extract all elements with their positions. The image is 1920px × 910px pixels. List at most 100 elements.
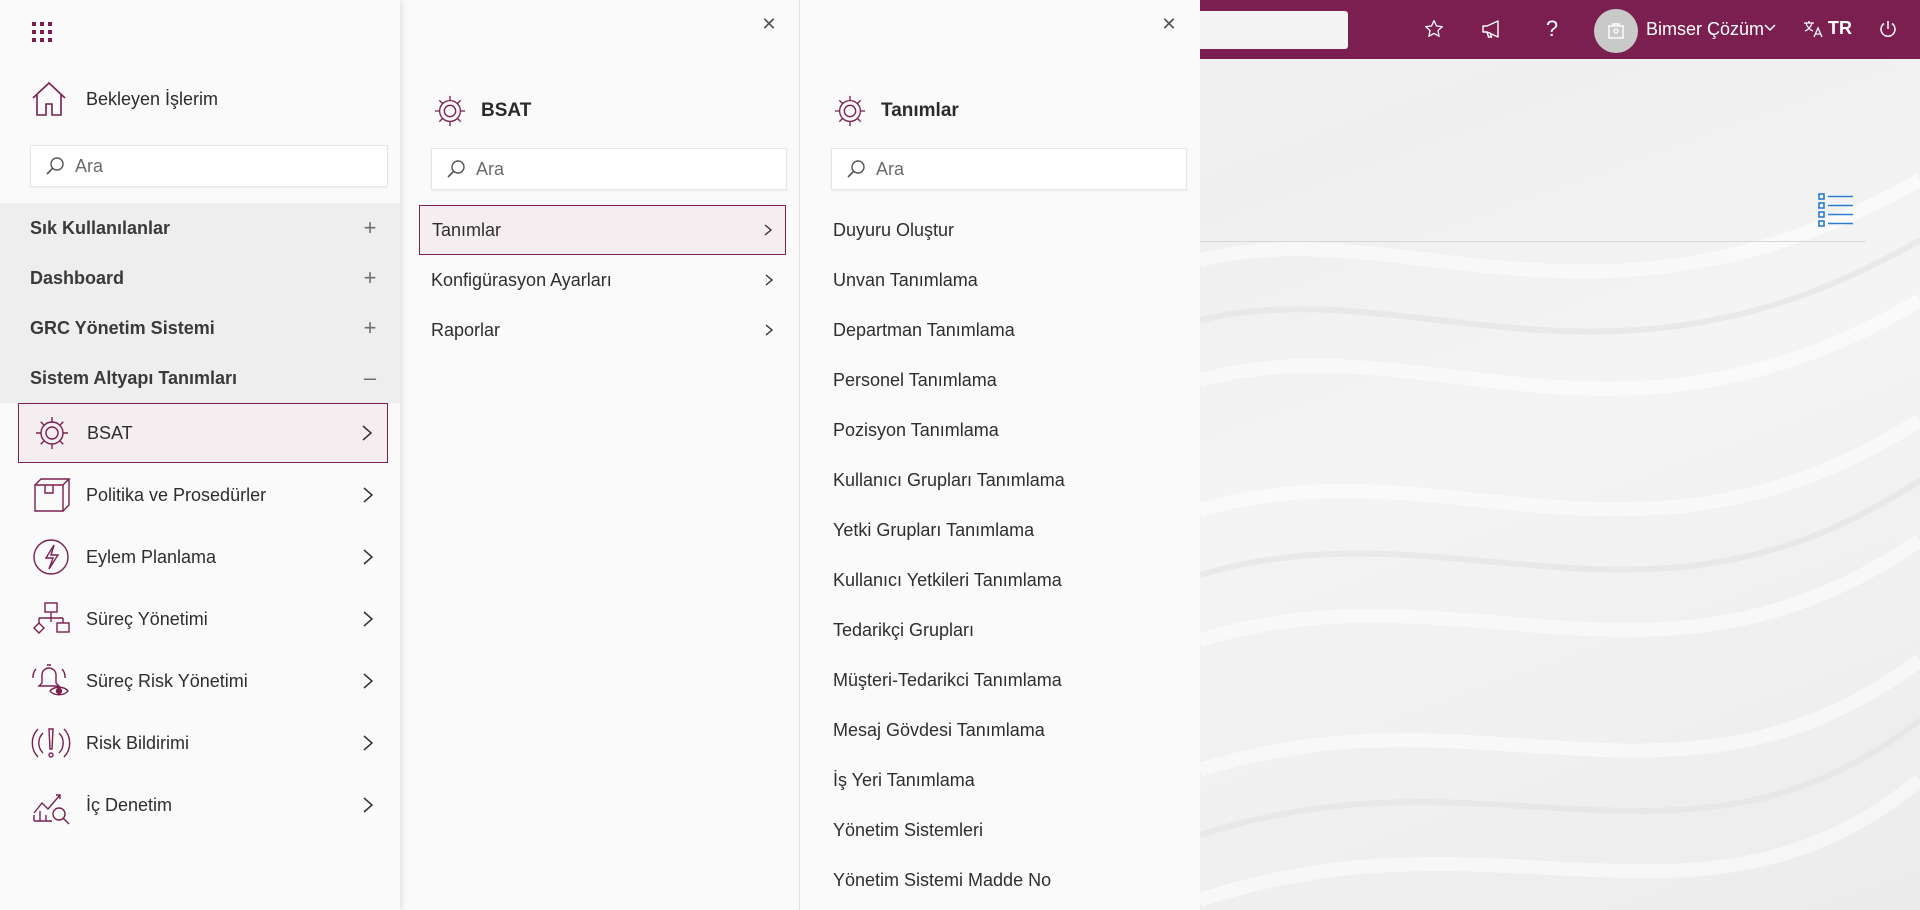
list-item[interactable]: Yetki Grupları Tanımlama: [800, 505, 1190, 555]
plus-icon: +: [363, 215, 377, 240]
module-label: İç Denetim: [86, 794, 173, 815]
group-label: Dashboard: [30, 267, 125, 288]
module-label: Süreç Yönetimi: [86, 608, 208, 629]
plus-icon: +: [363, 265, 377, 290]
star-icon[interactable]: [1420, 15, 1448, 43]
module-risk-notification[interactable]: Risk Bildirimi: [18, 713, 388, 773]
list-item[interactable]: Unvan Tanımlama: [800, 255, 1190, 305]
lightning-icon: [29, 535, 73, 579]
submenu-item-configuration[interactable]: Konfigürasyon Ayarları: [419, 255, 786, 305]
group-favorites[interactable]: Sık Kullanılanlar +: [30, 203, 380, 253]
module-label: Eylem Planlama: [86, 546, 217, 567]
language-selector[interactable]: TR: [1802, 18, 1852, 39]
module-label: Risk Bildirimi: [86, 732, 189, 753]
group-grc[interactable]: GRC Yönetim Sistemi +: [30, 303, 380, 353]
module-label: Süreç Risk Yönetimi: [86, 670, 248, 691]
chevron-right-icon: [764, 224, 773, 236]
module-policies[interactable]: Politika ve Prosedürler: [18, 465, 388, 525]
definitions-search: [831, 148, 1187, 190]
language-icon: [1804, 20, 1823, 37]
minus-icon: –: [363, 365, 377, 390]
chevron-right-icon: [363, 673, 374, 689]
definitions-list: Duyuru Oluştur Unvan Tanımlama Departman…: [800, 205, 1190, 910]
chevron-right-icon: [363, 797, 374, 813]
group-label: Sistem Altyapı Tanımları: [30, 367, 238, 388]
panel-title: BSAT: [481, 100, 532, 121]
avatar[interactable]: [1594, 9, 1638, 53]
submenu-item-reports[interactable]: Raporlar: [419, 305, 786, 355]
process-icon: [29, 597, 73, 641]
main-menu-panel: Bekleyen İşlerim Sık Kullanılanlar + Das…: [0, 0, 400, 910]
box-icon: [29, 473, 73, 517]
search-icon: [447, 160, 465, 178]
list-item[interactable]: Kullanıcı Yetkileri Tanımlama: [800, 555, 1190, 605]
module-action-planning[interactable]: Eylem Planlama: [18, 527, 388, 587]
definitions-panel: ✕ Tanımlar Duyuru Oluştur Unvan Tanımlam…: [800, 0, 1200, 910]
module-label: BSAT: [87, 422, 133, 443]
home-icon: [32, 81, 66, 116]
megaphone-icon[interactable]: [1478, 15, 1506, 43]
list-item[interactable]: Yönetim Sistemleri: [800, 805, 1190, 855]
group-dashboard[interactable]: Dashboard +: [30, 253, 380, 303]
alert-signal-icon: [29, 721, 73, 765]
panel-header: BSAT: [433, 94, 531, 128]
list-item[interactable]: Mesaj Gövdesi Tanımlama: [800, 705, 1190, 755]
pending-tasks-label: Bekleyen İşlerim: [86, 88, 219, 109]
close-icon[interactable]: ✕: [1160, 15, 1178, 33]
search-icon: [847, 160, 865, 178]
bsat-search: [431, 148, 787, 190]
list-item[interactable]: Pozisyon Tanımlama: [800, 405, 1190, 455]
pending-tasks-link[interactable]: Bekleyen İşlerim: [30, 80, 218, 118]
list-item[interactable]: Yönetim Sistemi Madde No: [800, 855, 1190, 905]
list-item[interactable]: Müşteri-Tedarikci Tanımlama: [800, 655, 1190, 705]
gear-icon: [834, 95, 866, 127]
power-icon[interactable]: [1874, 15, 1902, 43]
chevron-down-icon[interactable]: [1763, 20, 1777, 39]
chevron-right-icon: [765, 324, 774, 336]
module-process-management[interactable]: Süreç Yönetimi: [18, 589, 388, 649]
alarm-eye-icon: [29, 659, 73, 703]
bsat-search-input[interactable]: [476, 158, 756, 180]
list-item[interactable]: Kullanıcı Grupları Tanımlama: [800, 455, 1190, 505]
gear-icon: [434, 95, 466, 127]
list-item[interactable]: Personel Tanımlama: [800, 355, 1190, 405]
gear-icon: [30, 411, 74, 455]
submenu-label: Tanımlar: [432, 219, 502, 240]
chevron-right-icon: [363, 735, 374, 751]
chevron-right-icon: [765, 274, 774, 286]
apps-grid-icon[interactable]: [31, 21, 53, 43]
module-bsat[interactable]: BSAT: [18, 403, 388, 463]
list-item[interactable]: Tedarikçi Grupları: [800, 605, 1190, 655]
module-internal-audit[interactable]: İç Denetim: [18, 775, 388, 835]
module-label: Politika ve Prosedürler: [86, 484, 267, 505]
plus-icon: +: [363, 315, 377, 340]
chevron-right-icon: [363, 549, 374, 565]
menu-search-input[interactable]: [75, 155, 355, 177]
bsat-panel: ✕ BSAT Tanımlar Konfigürasyon Ayarları R…: [400, 0, 800, 910]
submenu-label: Raporlar: [431, 319, 501, 340]
user-name[interactable]: Bimser Çözüm: [1646, 19, 1764, 40]
help-icon[interactable]: ?: [1538, 15, 1566, 43]
submenu-item-definitions[interactable]: Tanımlar: [419, 205, 786, 255]
list-view-icon[interactable]: [1818, 193, 1854, 227]
background-swirl: [1200, 173, 1920, 907]
list-item[interactable]: Duyuru Oluştur: [800, 205, 1190, 255]
group-system-infrastructure[interactable]: Sistem Altyapı Tanımları –: [30, 353, 380, 403]
group-label: Sık Kullanılanlar: [30, 217, 171, 238]
language-code: TR: [1828, 18, 1852, 38]
close-icon[interactable]: ✕: [760, 15, 778, 33]
list-item[interactable]: İş Yeri Tanımlama: [800, 755, 1190, 805]
group-label: GRC Yönetim Sistemi: [30, 317, 215, 338]
panel-header: Tanımlar: [833, 94, 959, 128]
panel-title: Tanımlar: [881, 100, 959, 121]
global-search-input[interactable]: [1190, 11, 1348, 49]
module-process-risk[interactable]: Süreç Risk Yönetimi: [18, 651, 388, 711]
submenu-label: Konfigürasyon Ayarları: [431, 269, 612, 290]
chart-search-icon: [29, 783, 73, 827]
search-icon: [46, 157, 64, 175]
chevron-right-icon: [363, 611, 374, 627]
list-item[interactable]: Departman Tanımlama: [800, 305, 1190, 355]
definitions-search-input[interactable]: [876, 158, 1156, 180]
menu-search: [30, 145, 388, 187]
chevron-right-icon: [363, 487, 374, 503]
